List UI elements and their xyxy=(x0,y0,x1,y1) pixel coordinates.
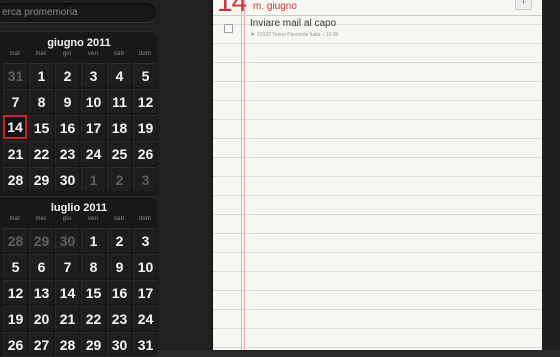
calendar-sidebar: giugno 2011marmergiovensabdom31123457891… xyxy=(0,0,212,356)
day-cell[interactable]: 28 xyxy=(3,228,27,252)
weekday-label: mar xyxy=(9,51,21,57)
day-cell[interactable]: 21 xyxy=(55,306,79,330)
day-cell[interactable]: 24 xyxy=(133,306,157,330)
day-cell-today[interactable]: 14 xyxy=(3,115,27,139)
day-cell[interactable]: 31 xyxy=(133,332,157,356)
weekday-label: dom xyxy=(138,216,152,222)
month-title: luglio 2011 xyxy=(50,202,108,214)
day-cell[interactable]: 8 xyxy=(81,254,105,278)
day-cell[interactable]: 25 xyxy=(107,141,131,165)
day-cell[interactable]: 28 xyxy=(55,332,79,356)
day-cell[interactable]: 12 xyxy=(3,280,27,304)
day-cell[interactable]: 23 xyxy=(107,306,131,330)
day-cell[interactable]: 16 xyxy=(107,280,131,304)
reminders-notepad: 14 m. giugno + Inviare mail al capo ➤ 101… xyxy=(212,0,542,350)
weekday-header: mar mer gio ven sab dom xyxy=(0,216,158,226)
day-cell[interactable]: 1 xyxy=(29,63,53,87)
weekday-label: ven xyxy=(87,216,99,222)
month-calendar: giugno 2011 mar mer gio ven sab dom 31 1 2 3 4 5 7 8 9 1… xyxy=(0,31,158,196)
day-cell[interactable]: 1 xyxy=(81,228,105,252)
weekday-label: mer xyxy=(35,51,47,57)
weekday-label: gio xyxy=(62,51,72,57)
selected-month-label: m. giugno xyxy=(253,1,297,12)
day-cell[interactable]: 8 xyxy=(29,89,53,113)
day-cell[interactable]: 21 xyxy=(3,141,27,165)
day-cell[interactable]: 23 xyxy=(55,141,79,165)
search-field[interactable] xyxy=(0,3,156,22)
weekday-label: gio xyxy=(62,216,72,222)
day-cell[interactable]: 2 xyxy=(107,228,131,252)
day-cell[interactable]: 15 xyxy=(81,280,105,304)
weekday-label: mer xyxy=(35,216,47,222)
day-cell[interactable]: 17 xyxy=(133,280,157,304)
day-cell[interactable]: 24 xyxy=(81,141,105,165)
weekday-label: sab xyxy=(113,51,125,57)
day-cell[interactable]: 13 xyxy=(29,280,53,304)
weekday-label: dom xyxy=(138,51,152,57)
day-cell[interactable]: 4 xyxy=(107,63,131,87)
weekday-label: mar xyxy=(9,216,21,222)
day-cell[interactable]: 18 xyxy=(107,115,131,139)
day-cell[interactable]: 26 xyxy=(3,332,27,356)
day-cell[interactable]: 14 xyxy=(55,280,79,304)
day-cell[interactable]: 5 xyxy=(3,254,27,278)
location-arrow-icon: ➤ xyxy=(250,32,256,38)
day-cell[interactable]: 5 xyxy=(133,63,157,87)
day-cell[interactable]: 29 xyxy=(29,167,53,191)
day-cell[interactable]: 7 xyxy=(3,89,27,113)
day-cell[interactable]: 11 xyxy=(107,89,131,113)
header-divider xyxy=(213,15,542,16)
day-cell[interactable]: 17 xyxy=(81,115,105,139)
day-cell[interactable]: 3 xyxy=(133,228,157,252)
reminder-meta: ➤ 10122 Torino Piemonte Italia – 10:00 xyxy=(250,31,338,38)
day-cell[interactable]: 15 xyxy=(29,115,53,139)
day-cell[interactable]: 3 xyxy=(133,167,157,191)
day-cell[interactable]: 16 xyxy=(55,115,79,139)
day-cell[interactable]: 30 xyxy=(55,228,79,252)
day-cell[interactable]: 28 xyxy=(3,167,27,191)
day-cell[interactable]: 10 xyxy=(81,89,105,113)
margin-line xyxy=(241,0,242,350)
day-cell[interactable]: 20 xyxy=(29,306,53,330)
day-cell[interactable]: 22 xyxy=(29,141,53,165)
day-cell[interactable]: 30 xyxy=(107,332,131,356)
add-reminder-button[interactable]: + xyxy=(515,0,532,10)
day-cell[interactable]: 19 xyxy=(3,306,27,330)
day-cell[interactable]: 9 xyxy=(107,254,131,278)
day-cell[interactable]: 22 xyxy=(81,306,105,330)
weekday-header: mar mer gio ven sab dom xyxy=(0,51,158,61)
day-cell[interactable]: 31 xyxy=(3,63,27,87)
day-cell[interactable]: 7 xyxy=(55,254,79,278)
day-cell[interactable]: 2 xyxy=(107,167,131,191)
month-title: giugno 2011 xyxy=(47,37,111,49)
day-cell[interactable]: 9 xyxy=(55,89,79,113)
day-cell[interactable]: 2 xyxy=(55,63,79,87)
month-calendar: luglio 2011 mar mer gio ven sab dom 28 29 30 1 2 3 5 6… xyxy=(0,196,158,356)
reminder-checkbox[interactable] xyxy=(224,24,233,33)
day-cell[interactable]: 29 xyxy=(81,332,105,356)
reminder-item[interactable]: Inviare mail al capo ➤ 10122 Torino Piemo… xyxy=(213,18,542,44)
weekday-label: sab xyxy=(113,216,125,222)
day-cell[interactable]: 29 xyxy=(29,228,53,252)
day-cell[interactable]: 12 xyxy=(133,89,157,113)
margin-line xyxy=(244,0,245,350)
day-cell[interactable]: 10 xyxy=(133,254,157,278)
day-cell[interactable]: 30 xyxy=(55,167,79,191)
day-cell[interactable]: 27 xyxy=(29,332,53,356)
background-strip xyxy=(542,0,560,350)
day-cell[interactable]: 3 xyxy=(81,63,105,87)
search-input[interactable] xyxy=(2,4,150,21)
reminder-title[interactable]: Inviare mail al capo xyxy=(250,18,336,29)
day-cell[interactable]: 1 xyxy=(81,167,105,191)
weekday-label: ven xyxy=(87,51,99,57)
day-cell[interactable]: 26 xyxy=(133,141,157,165)
reminder-location-time: 10122 Torino Piemonte Italia – 10:00 xyxy=(257,32,339,38)
day-cell[interactable]: 19 xyxy=(133,115,157,139)
day-cell[interactable]: 6 xyxy=(29,254,53,278)
